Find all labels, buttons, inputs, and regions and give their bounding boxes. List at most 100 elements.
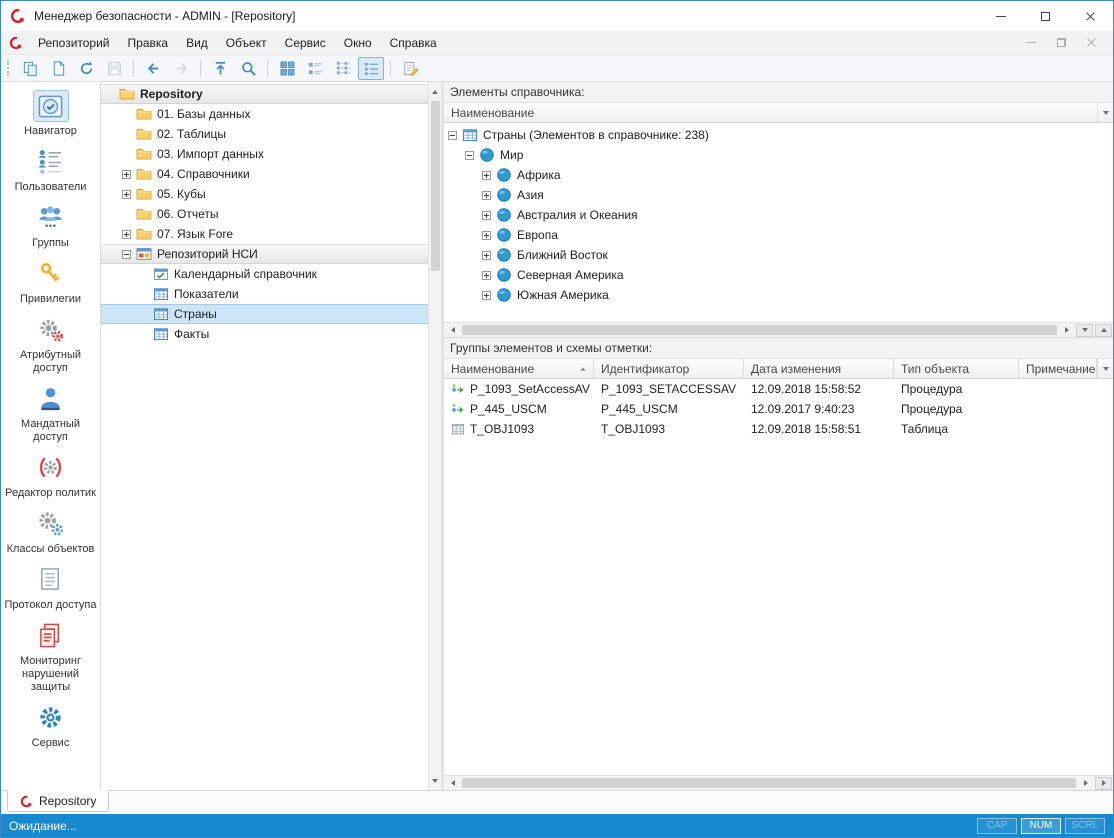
sidebar-item-policy-editor[interactable]: Редактор политик [3,452,99,500]
close-button[interactable] [1068,1,1113,31]
panel-resize-button[interactable] [1095,777,1112,790]
elements-horizontal-scrollbar[interactable] [444,322,1113,337]
scroll-up-button[interactable] [428,84,443,99]
tree-item[interactable]: Календарный справочник [101,264,428,284]
expand-icon[interactable] [482,271,491,280]
view-details-button[interactable] [358,57,384,80]
table-row[interactable]: T_OBJ1093 T_OBJ1093 12.09.2018 15:58:51 … [444,419,1113,439]
menu-item-0[interactable]: Репозиторий [29,32,119,54]
column-header-1[interactable]: Идентификатор [594,359,744,378]
table-row[interactable]: P_445_USCM P_445_USCM 12.09.2017 9:40:23… [444,399,1113,419]
expand-icon[interactable] [122,170,131,179]
sidebar-item-monitoring[interactable]: Мониторинг нарушений защиты [3,620,99,694]
mdi-minimize-button[interactable] [1023,35,1039,51]
filter-dropdown-button[interactable] [1097,103,1113,122]
column-header-3[interactable]: Тип объекта [894,359,1019,378]
column-header-4[interactable]: Примечание [1019,359,1097,378]
groups-horizontal-scrollbar[interactable] [444,775,1113,790]
table-row[interactable]: P_1093_SetAccessAV P_1093_SETACCESSAV 12… [444,379,1113,399]
view-large-button[interactable] [274,57,300,80]
column-header-2[interactable]: Дата изменения [744,359,894,378]
expand-icon[interactable] [482,291,491,300]
menu-item-5[interactable]: Окно [335,32,381,54]
view-small-button[interactable] [302,57,328,80]
maximize-button[interactable] [1023,1,1068,31]
mdi-close-button[interactable] [1083,35,1099,51]
scroll-down-button[interactable] [428,773,443,788]
toolbar-drag-handle[interactable] [7,60,11,76]
expand-icon[interactable] [482,191,491,200]
element-item[interactable]: Европа [444,225,1113,245]
collapse-icon[interactable] [122,250,131,259]
tab-repository[interactable]: Repository [7,790,109,812]
minimize-button[interactable] [978,1,1023,31]
search-button[interactable] [235,57,261,80]
mdi-restore-button[interactable] [1053,35,1069,51]
expand-icon[interactable] [122,230,131,239]
collapse-icon[interactable] [448,131,457,140]
sidebar-item-mandatory-access[interactable]: Мандатный доступ [3,383,99,444]
tree-item[interactable]: Репозиторий НСИ [101,244,428,264]
expand-icon[interactable] [482,171,491,180]
sidebar-item-privileges[interactable]: Привилегии [3,258,99,306]
up-level-button[interactable] [207,57,233,80]
scroll-left-button[interactable] [445,776,460,791]
expand-icon[interactable] [122,190,131,199]
sidebar-item-access-protocol[interactable]: Протокол доступа [3,564,99,612]
element-item[interactable]: Австралия и Океания [444,205,1113,225]
menu-item-1[interactable]: Правка [119,32,178,54]
tree-item[interactable]: 02. Таблицы [101,124,428,144]
tree-item[interactable]: 05. Кубы [101,184,428,204]
element-item[interactable]: Азия [444,185,1113,205]
scrollbar-thumb[interactable] [462,778,1076,788]
sidebar-item-navigator[interactable]: Навигатор [3,90,99,138]
menu-item-6[interactable]: Справка [381,32,446,54]
splitter-collapse-button[interactable] [1076,324,1093,337]
menu-item-3[interactable]: Объект [217,32,276,54]
scroll-right-button[interactable] [1078,776,1093,791]
expand-icon[interactable] [482,251,491,260]
tree-item[interactable]: Факты [101,324,428,344]
tree-item[interactable]: Страны [101,304,428,324]
table-blue-icon [462,127,478,143]
tree-item[interactable]: 01. Базы данных [101,104,428,124]
refresh-button[interactable] [73,57,99,80]
sidebar-item-attribute-access[interactable]: Атрибутный доступ [3,314,99,375]
sidebar-item-groups[interactable]: Группы [3,202,99,250]
element-item[interactable]: Ближний Восток [444,245,1113,265]
tree-item[interactable]: 04. Справочники [101,164,428,184]
globe-icon [496,207,512,223]
sidebar-item-object-classes[interactable]: Классы объектов [3,508,99,556]
collapse-icon[interactable] [465,151,474,160]
properties-button[interactable] [397,57,423,80]
tree-item[interactable]: 06. Отчеты [101,204,428,224]
sidebar-item-service[interactable]: Сервис [3,702,99,750]
sidebar-item-users[interactable]: Пользователи [3,146,99,194]
tree-item[interactable]: 03. Импорт данных [101,144,428,164]
column-header-0[interactable]: Наименование [444,359,594,378]
menu-item-2[interactable]: Вид [177,32,217,54]
new-page-button[interactable] [45,57,71,80]
expand-icon[interactable] [482,231,491,240]
tree-vertical-scrollbar[interactable] [428,82,441,790]
copy-button[interactable] [17,57,43,80]
view-list-button[interactable] [330,57,356,80]
scroll-right-button[interactable] [1059,323,1074,338]
element-item[interactable]: Страны (Элементов в справочнике: 238) [444,125,1113,145]
expand-icon[interactable] [482,211,491,220]
tree-item[interactable]: 07. Язык Fore [101,224,428,244]
elements-column-header[interactable]: Наименование [444,103,1113,123]
splitter-expand-button[interactable] [1095,324,1112,337]
filter-dropdown-button[interactable] [1097,359,1113,378]
tree-item[interactable]: Repository [101,84,428,104]
menu-item-4[interactable]: Сервис [276,32,335,54]
element-item[interactable]: Африка [444,165,1113,185]
scrollbar-thumb[interactable] [431,101,440,271]
tree-item[interactable]: Показатели [101,284,428,304]
element-item[interactable]: Северная Америка [444,265,1113,285]
scroll-left-button[interactable] [445,323,460,338]
element-item[interactable]: Южная Америка [444,285,1113,305]
back-button[interactable] [140,57,166,80]
element-item[interactable]: Мир [444,145,1113,165]
scrollbar-thumb[interactable] [462,325,1057,335]
